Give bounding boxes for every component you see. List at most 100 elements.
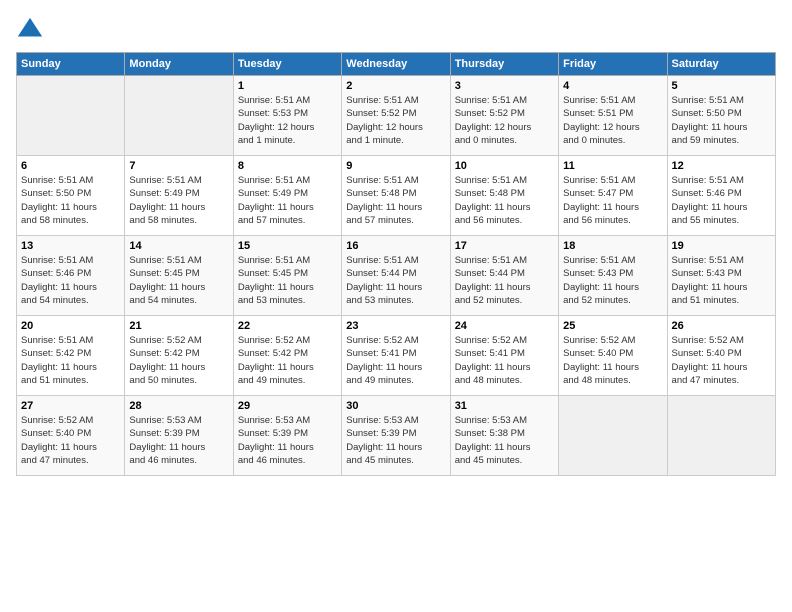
day-number: 12	[672, 160, 771, 172]
day-detail: Sunrise: 5:51 AM Sunset: 5:43 PM Dayligh…	[563, 254, 662, 307]
calendar-cell: 12 Sunrise: 5:51 AM Sunset: 5:46 PM Dayli…	[667, 156, 775, 236]
calendar-week-row: 20 Sunrise: 5:51 AM Sunset: 5:42 PM Dayli…	[17, 316, 776, 396]
day-number: 8	[238, 160, 337, 172]
day-detail: Sunrise: 5:51 AM Sunset: 5:43 PM Dayligh…	[672, 254, 771, 307]
day-detail: Sunrise: 5:51 AM Sunset: 5:50 PM Dayligh…	[672, 94, 771, 147]
day-number: 9	[346, 160, 445, 172]
calendar-cell: 21 Sunrise: 5:52 AM Sunset: 5:42 PM Dayli…	[125, 316, 233, 396]
day-number: 22	[238, 320, 337, 332]
day-number: 11	[563, 160, 662, 172]
day-detail: Sunrise: 5:51 AM Sunset: 5:42 PM Dayligh…	[21, 334, 120, 387]
day-number: 10	[455, 160, 554, 172]
day-number: 25	[563, 320, 662, 332]
day-number: 30	[346, 400, 445, 412]
day-detail: Sunrise: 5:51 AM Sunset: 5:52 PM Dayligh…	[455, 94, 554, 147]
day-number: 15	[238, 240, 337, 252]
day-number: 13	[21, 240, 120, 252]
calendar-cell: 16Sunrise: 5:51 AM Sunset: 5:44 PM Dayli…	[342, 236, 450, 316]
calendar-cell: 19Sunrise: 5:51 AM Sunset: 5:43 PM Dayli…	[667, 236, 775, 316]
page-header	[16, 16, 776, 44]
day-detail: Sunrise: 5:51 AM Sunset: 5:51 PM Dayligh…	[563, 94, 662, 147]
calendar-cell: 31 Sunrise: 5:53 AM Sunset: 5:38 PM Dayli…	[450, 396, 558, 476]
calendar-cell: 13 Sunrise: 5:51 AM Sunset: 5:46 PM Dayli…	[17, 236, 125, 316]
column-header-monday: Monday	[125, 53, 233, 76]
calendar-cell: 6 Sunrise: 5:51 AM Sunset: 5:50 PM Daylig…	[17, 156, 125, 236]
day-number: 7	[129, 160, 228, 172]
calendar-cell: 4 Sunrise: 5:51 AM Sunset: 5:51 PM Daylig…	[559, 76, 667, 156]
day-detail: Sunrise: 5:51 AM Sunset: 5:52 PM Dayligh…	[346, 94, 445, 147]
day-number: 18	[563, 240, 662, 252]
calendar-week-row: 27Sunrise: 5:52 AM Sunset: 5:40 PM Dayli…	[17, 396, 776, 476]
day-detail: Sunrise: 5:51 AM Sunset: 5:45 PM Dayligh…	[129, 254, 228, 307]
day-number: 27	[21, 400, 120, 412]
day-detail: Sunrise: 5:52 AM Sunset: 5:41 PM Dayligh…	[455, 334, 554, 387]
day-detail: Sunrise: 5:52 AM Sunset: 5:41 PM Dayligh…	[346, 334, 445, 387]
day-number: 3	[455, 80, 554, 92]
day-number: 6	[21, 160, 120, 172]
calendar-cell: 5 Sunrise: 5:51 AM Sunset: 5:50 PM Daylig…	[667, 76, 775, 156]
calendar-cell	[559, 396, 667, 476]
day-number: 1	[238, 80, 337, 92]
day-detail: Sunrise: 5:52 AM Sunset: 5:40 PM Dayligh…	[672, 334, 771, 387]
calendar-cell: 25 Sunrise: 5:52 AM Sunset: 5:40 PM Dayli…	[559, 316, 667, 396]
day-number: 4	[563, 80, 662, 92]
calendar-cell: 9Sunrise: 5:51 AM Sunset: 5:48 PM Daylig…	[342, 156, 450, 236]
day-number: 24	[455, 320, 554, 332]
calendar-header-row: SundayMondayTuesdayWednesdayThursdayFrid…	[17, 53, 776, 76]
calendar-cell: 29Sunrise: 5:53 AM Sunset: 5:39 PM Dayli…	[233, 396, 341, 476]
calendar-cell: 7Sunrise: 5:51 AM Sunset: 5:49 PM Daylig…	[125, 156, 233, 236]
calendar-cell	[667, 396, 775, 476]
calendar-cell: 3 Sunrise: 5:51 AM Sunset: 5:52 PM Daylig…	[450, 76, 558, 156]
calendar-cell: 26 Sunrise: 5:52 AM Sunset: 5:40 PM Dayli…	[667, 316, 775, 396]
day-detail: Sunrise: 5:52 AM Sunset: 5:42 PM Dayligh…	[129, 334, 228, 387]
day-number: 14	[129, 240, 228, 252]
calendar-cell: 20 Sunrise: 5:51 AM Sunset: 5:42 PM Dayli…	[17, 316, 125, 396]
day-number: 5	[672, 80, 771, 92]
calendar-cell: 22 Sunrise: 5:52 AM Sunset: 5:42 PM Dayli…	[233, 316, 341, 396]
logo	[16, 16, 48, 44]
calendar-cell: 18 Sunrise: 5:51 AM Sunset: 5:43 PM Dayli…	[559, 236, 667, 316]
calendar-cell: 17 Sunrise: 5:51 AM Sunset: 5:44 PM Dayli…	[450, 236, 558, 316]
calendar-week-row: 6 Sunrise: 5:51 AM Sunset: 5:50 PM Daylig…	[17, 156, 776, 236]
day-detail: Sunrise: 5:51 AM Sunset: 5:46 PM Dayligh…	[21, 254, 120, 307]
day-detail: Sunrise: 5:51 AM Sunset: 5:47 PM Dayligh…	[563, 174, 662, 227]
day-detail: Sunrise: 5:53 AM Sunset: 5:39 PM Dayligh…	[238, 414, 337, 467]
calendar-cell: 11 Sunrise: 5:51 AM Sunset: 5:47 PM Dayli…	[559, 156, 667, 236]
calendar-cell	[17, 76, 125, 156]
calendar-cell	[125, 76, 233, 156]
day-detail: Sunrise: 5:51 AM Sunset: 5:49 PM Dayligh…	[238, 174, 337, 227]
day-number: 31	[455, 400, 554, 412]
column-header-friday: Friday	[559, 53, 667, 76]
day-number: 28	[129, 400, 228, 412]
day-detail: Sunrise: 5:51 AM Sunset: 5:50 PM Dayligh…	[21, 174, 120, 227]
day-number: 20	[21, 320, 120, 332]
day-detail: Sunrise: 5:51 AM Sunset: 5:53 PM Dayligh…	[238, 94, 337, 147]
day-number: 23	[346, 320, 445, 332]
day-detail: Sunrise: 5:51 AM Sunset: 5:44 PM Dayligh…	[455, 254, 554, 307]
calendar-cell: 10 Sunrise: 5:51 AM Sunset: 5:48 PM Dayli…	[450, 156, 558, 236]
day-detail: Sunrise: 5:51 AM Sunset: 5:48 PM Dayligh…	[455, 174, 554, 227]
column-header-saturday: Saturday	[667, 53, 775, 76]
calendar-week-row: 1 Sunrise: 5:51 AM Sunset: 5:53 PM Daylig…	[17, 76, 776, 156]
calendar-cell: 28 Sunrise: 5:53 AM Sunset: 5:39 PM Dayli…	[125, 396, 233, 476]
day-detail: Sunrise: 5:53 AM Sunset: 5:39 PM Dayligh…	[129, 414, 228, 467]
calendar-week-row: 13 Sunrise: 5:51 AM Sunset: 5:46 PM Dayli…	[17, 236, 776, 316]
column-header-wednesday: Wednesday	[342, 53, 450, 76]
calendar-cell: 1 Sunrise: 5:51 AM Sunset: 5:53 PM Daylig…	[233, 76, 341, 156]
calendar-cell: 23 Sunrise: 5:52 AM Sunset: 5:41 PM Dayli…	[342, 316, 450, 396]
day-number: 2	[346, 80, 445, 92]
calendar-cell: 27Sunrise: 5:52 AM Sunset: 5:40 PM Dayli…	[17, 396, 125, 476]
day-detail: Sunrise: 5:51 AM Sunset: 5:45 PM Dayligh…	[238, 254, 337, 307]
day-number: 16	[346, 240, 445, 252]
day-detail: Sunrise: 5:52 AM Sunset: 5:42 PM Dayligh…	[238, 334, 337, 387]
day-number: 17	[455, 240, 554, 252]
column-header-tuesday: Tuesday	[233, 53, 341, 76]
day-detail: Sunrise: 5:52 AM Sunset: 5:40 PM Dayligh…	[563, 334, 662, 387]
day-detail: Sunrise: 5:53 AM Sunset: 5:38 PM Dayligh…	[455, 414, 554, 467]
logo-icon	[16, 16, 44, 44]
day-detail: Sunrise: 5:51 AM Sunset: 5:46 PM Dayligh…	[672, 174, 771, 227]
day-detail: Sunrise: 5:53 AM Sunset: 5:39 PM Dayligh…	[346, 414, 445, 467]
day-number: 21	[129, 320, 228, 332]
calendar-cell: 8 Sunrise: 5:51 AM Sunset: 5:49 PM Daylig…	[233, 156, 341, 236]
day-number: 26	[672, 320, 771, 332]
